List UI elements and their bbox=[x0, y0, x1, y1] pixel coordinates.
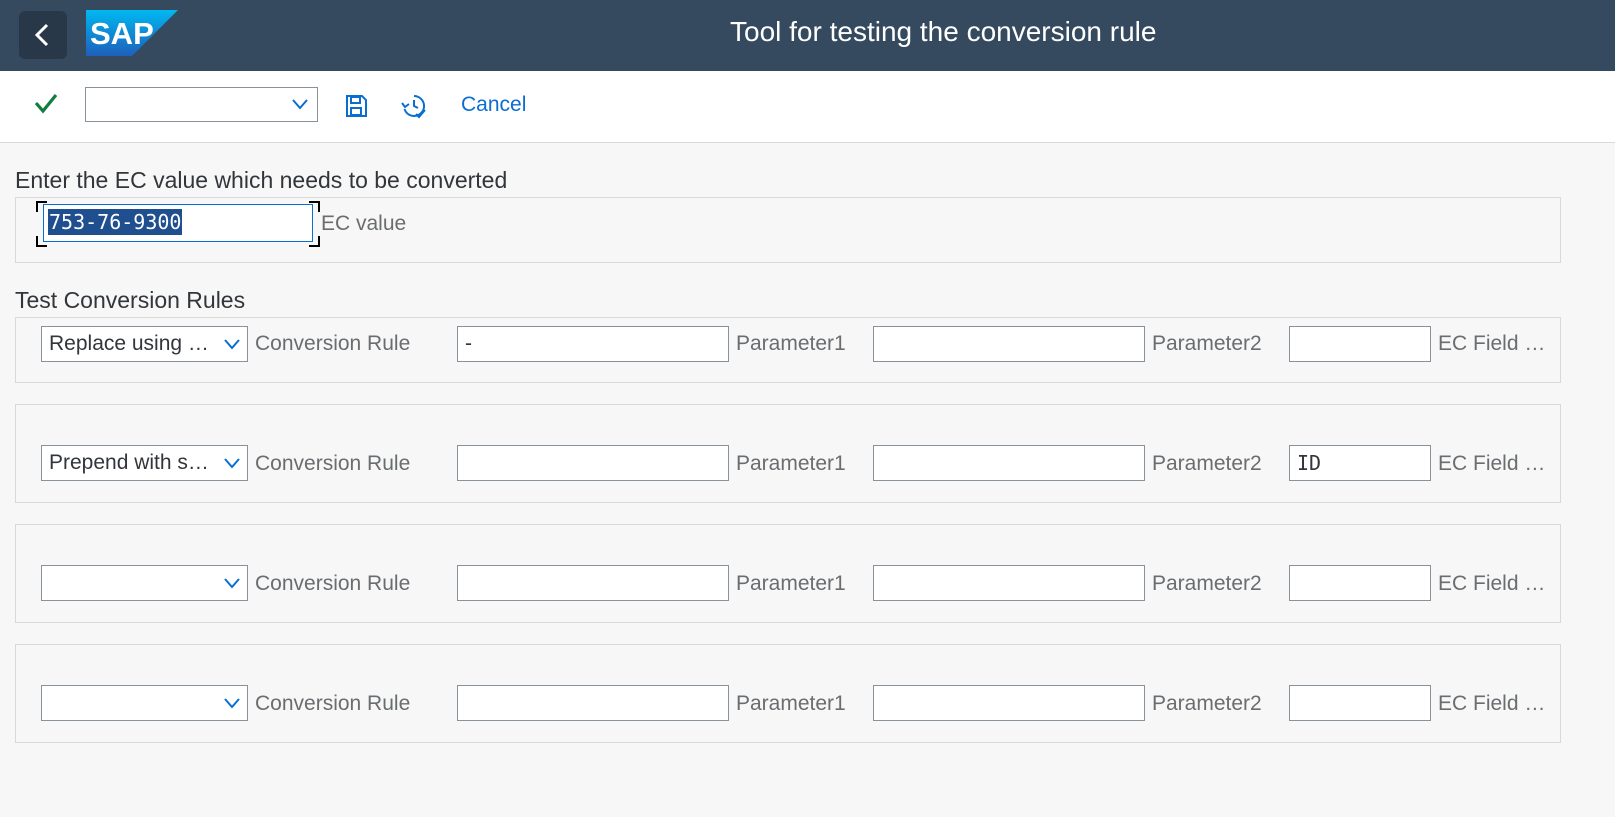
parameter1-input[interactable] bbox=[457, 565, 729, 601]
sap-logo-text: SAP bbox=[90, 16, 154, 51]
ec-field-label: EC Field … bbox=[1438, 692, 1546, 715]
back-button[interactable] bbox=[19, 11, 67, 59]
focus-corner bbox=[36, 201, 47, 212]
chevron-down-icon bbox=[224, 458, 240, 469]
parameter2-input[interactable] bbox=[873, 445, 1145, 481]
chevron-down-icon bbox=[224, 698, 240, 709]
conversion-rule-label: Conversion Rule bbox=[255, 452, 411, 475]
ec-field-label: EC Field … bbox=[1438, 572, 1546, 595]
parameter2-label: Parameter2 bbox=[1152, 332, 1262, 355]
parameter1-input[interactable] bbox=[457, 685, 729, 721]
ec-field-input[interactable] bbox=[1289, 685, 1431, 721]
history-icon[interactable] bbox=[401, 93, 427, 119]
conversion-rule-select[interactable]: Prepend with stri… bbox=[41, 445, 248, 481]
parameter2-input[interactable] bbox=[873, 685, 1145, 721]
conversion-rule-label: Conversion Rule bbox=[255, 332, 411, 355]
chevron-left-icon bbox=[34, 23, 49, 47]
command-field-select[interactable] bbox=[85, 87, 318, 122]
conversion-rule-select[interactable]: Replace using pat… bbox=[41, 326, 248, 362]
conversion-rule-label: Conversion Rule bbox=[255, 692, 411, 715]
focus-corner bbox=[309, 236, 320, 247]
ec-field-input[interactable]: ID bbox=[1289, 445, 1431, 481]
conversion-rule-select[interactable] bbox=[41, 685, 248, 721]
conversion-rule-value: Replace using pat… bbox=[49, 332, 209, 355]
parameter2-label: Parameter2 bbox=[1152, 692, 1262, 715]
chevron-down-icon bbox=[292, 99, 308, 110]
parameter1-label: Parameter1 bbox=[736, 452, 846, 475]
parameter2-input[interactable] bbox=[873, 565, 1145, 601]
ec-section-title: Enter the EC value which needs to be con… bbox=[15, 167, 508, 193]
shell-bar: SAP Tool for testing the conversion rule bbox=[0, 0, 1615, 71]
check-icon[interactable] bbox=[34, 92, 58, 114]
parameter2-input[interactable] bbox=[873, 326, 1145, 362]
parameter2-label: Parameter2 bbox=[1152, 572, 1262, 595]
rules-section-title: Test Conversion Rules bbox=[15, 287, 246, 313]
ec-value-label: EC value bbox=[321, 212, 407, 235]
ec-field-label: EC Field … bbox=[1438, 332, 1546, 355]
parameter2-label: Parameter2 bbox=[1152, 452, 1262, 475]
ec-field-input[interactable] bbox=[1289, 565, 1431, 601]
conversion-rule-label: Conversion Rule bbox=[255, 572, 411, 595]
ec-value-text: 753-76-9300 bbox=[48, 209, 183, 235]
chevron-down-icon bbox=[224, 339, 240, 350]
ec-field-label: EC Field … bbox=[1438, 452, 1546, 475]
parameter1-input[interactable] bbox=[457, 445, 729, 481]
focus-corner bbox=[36, 236, 47, 247]
sap-logo: SAP bbox=[86, 10, 178, 56]
parameter1-label: Parameter1 bbox=[736, 572, 846, 595]
parameter1-input[interactable]: - bbox=[457, 326, 729, 362]
conversion-rule-value: Prepend with stri… bbox=[49, 451, 209, 474]
cancel-button[interactable]: Cancel bbox=[461, 93, 526, 117]
ec-value-input[interactable]: 753-76-9300 bbox=[43, 204, 313, 242]
conversion-rule-select[interactable] bbox=[41, 565, 248, 601]
page-title: Tool for testing the conversion rule bbox=[730, 16, 1157, 47]
focus-corner bbox=[309, 201, 320, 212]
save-icon[interactable] bbox=[344, 94, 368, 118]
parameter1-label: Parameter1 bbox=[736, 332, 846, 355]
ec-field-input[interactable] bbox=[1289, 326, 1431, 362]
parameter1-label: Parameter1 bbox=[736, 692, 846, 715]
chevron-down-icon bbox=[224, 578, 240, 589]
